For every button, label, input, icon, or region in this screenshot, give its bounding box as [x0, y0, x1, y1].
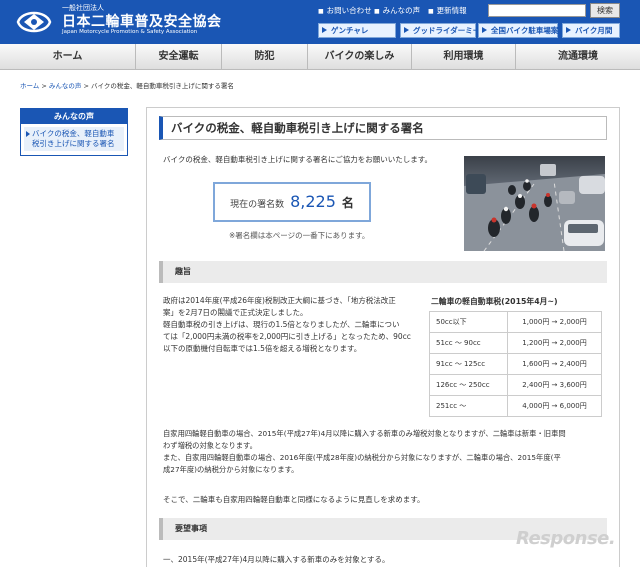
- breadcrumb: ホーム > みんなの声 > バイクの税金、軽自動車税引き上げに関する署名: [20, 80, 234, 90]
- nav-safe-driving[interactable]: 安全運転: [136, 44, 222, 70]
- detail-text: 自家用四輪軽自動車の場合、2015年(平成27年)4月以降に購入する新車のみ増税…: [163, 428, 611, 476]
- contact-link[interactable]: お問い合わせ: [318, 5, 372, 16]
- motorcycle-traffic-photo: [464, 156, 605, 251]
- table-cell-class: 126cc ～ 250cc: [429, 374, 508, 396]
- logo-icon[interactable]: [14, 6, 54, 38]
- table-row: 91cc ～ 125cc 1,600円 → 2,400円: [429, 353, 602, 375]
- table-cell-value: 2,400円 → 3,600円: [507, 374, 602, 396]
- intro-text: バイクの税金、軽自動車税引き上げに関する署名にご協力をお願いいたします。: [163, 155, 432, 164]
- banner-parking[interactable]: 全国バイク駐車場案内: [478, 23, 566, 38]
- table-row: 50cc以下 1,000円 → 2,000円: [429, 311, 602, 333]
- purpose-line: 軽自動車税の引き上げは、現行の1.5倍となりましたが、二輪車につい: [163, 320, 400, 329]
- global-nav: ホーム 安全運転 防犯 バイクの楽しみ 利用環境 流通環境: [0, 44, 640, 70]
- purpose-line: 政府は2014年度(平成26年度)税制改正大綱に基づき、「地方税法改正: [163, 296, 396, 305]
- breadcrumb-home[interactable]: ホーム: [20, 82, 39, 90]
- table-cell-value: 4,000円 → 6,000円: [507, 395, 602, 417]
- side-menu-title: みんなの声: [21, 109, 127, 124]
- banner-genchare[interactable]: ゲンチャレ: [318, 23, 396, 38]
- main-content: バイクの税金、軽自動車税引き上げに関する署名 バイクの税金、軽自動車税引き上げに…: [146, 107, 620, 567]
- org-english-name: Japan Motorcycle Promotion & Safety Asso…: [62, 29, 198, 35]
- org-name[interactable]: 日本二輪車普及安全協会: [62, 11, 222, 31]
- request-text: そこで、二輪車も自家用四輪軽自動車と同様になるように見直しを求めます。: [163, 495, 425, 504]
- nav-distribution-environment[interactable]: 流通環境: [516, 44, 640, 70]
- detail-line: また、自家用四輪軽自動車の場合、2016年度(平成28年度)の納税分から対象にな…: [163, 453, 561, 462]
- search-button[interactable]: 検索: [590, 3, 620, 18]
- tax-table-title: 二輪車の軽自動車税(2015年4月~): [431, 297, 558, 306]
- detail-line: 自家用四輪軽自動車の場合、2015年(平成27年)4月以降に購入する新車のみ増税…: [163, 429, 566, 438]
- purpose-text: 政府は2014年度(平成26年度)税制改正大綱に基づき、「地方税法改正 案」を2…: [163, 295, 417, 355]
- purpose-line: 以下の原動機付自転車では1.5倍を超える増税となります。: [163, 344, 362, 353]
- updates-link[interactable]: 更新情報: [428, 5, 467, 16]
- table-cell-value: 1,600円 → 2,400円: [507, 353, 602, 375]
- table-cell-value: 1,000円 → 2,000円: [507, 311, 602, 333]
- side-menu: みんなの声 バイクの税金、軽自動車税引き上げに関する署名: [20, 108, 128, 156]
- table-cell-class: 51cc ～ 90cc: [429, 332, 508, 354]
- breadcrumb-separator: >: [41, 82, 49, 90]
- section-heading-purpose: 趣旨: [159, 261, 607, 283]
- table-cell-class: 50cc以下: [429, 311, 508, 333]
- voices-link[interactable]: みんなの声: [374, 5, 421, 16]
- nav-crime-prevention[interactable]: 防犯: [222, 44, 308, 70]
- signature-count-value: 8,225: [290, 192, 336, 211]
- site-header: 一般社団法人 日本二輪車普及安全協会 Japan Motorcycle Prom…: [0, 0, 640, 44]
- breadcrumb-current: バイクの税金、軽自動車税引き上げに関する署名: [91, 82, 234, 90]
- response-watermark: Response.: [516, 528, 616, 549]
- detail-line: わず増税の対象となります。: [163, 441, 257, 450]
- nav-bike-enjoyment[interactable]: バイクの楽しみ: [308, 44, 412, 70]
- nav-home[interactable]: ホーム: [0, 44, 136, 70]
- search-input[interactable]: [488, 4, 586, 17]
- table-row: 251cc ～ 4,000円 → 6,000円: [429, 395, 602, 417]
- side-menu-item-signature[interactable]: バイクの税金、軽自動車税引き上げに関する署名: [24, 127, 124, 151]
- table-row: 126cc ～ 250cc 2,400円 → 3,600円: [429, 374, 602, 396]
- table-row: 51cc ～ 90cc 1,200円 → 2,000円: [429, 332, 602, 354]
- tax-table: 50cc以下 1,000円 → 2,000円 51cc ～ 90cc 1,200円 …: [429, 311, 602, 417]
- page-title: バイクの税金、軽自動車税引き上げに関する署名: [159, 116, 607, 140]
- table-cell-class: 251cc ～: [429, 395, 508, 417]
- signature-count-box: 現在の署名数 8,225 名: [213, 182, 371, 222]
- purpose-line: 案」を2月7日の閣議で正式決定しました。: [163, 308, 308, 317]
- table-cell-value: 1,200円 → 2,000円: [507, 332, 602, 354]
- signature-note: ※署名欄は本ページの一番下にあります。: [229, 231, 370, 240]
- purpose-line: ては「2,000円未満の税率を2,000円に引き上げる」となったため、90cc: [163, 332, 411, 341]
- banner-good-rider[interactable]: グッドライダーミーティング: [400, 23, 510, 38]
- table-cell-class: 91cc ～ 125cc: [429, 353, 508, 375]
- signature-count-unit: 名: [341, 196, 354, 210]
- nav-usage-environment[interactable]: 利用環境: [412, 44, 516, 70]
- request-item: 一、2015年(平成27年)4月以降に購入する新車のみを対象とする。: [163, 555, 390, 564]
- breadcrumb-separator: >: [83, 82, 91, 90]
- detail-line: 成27年度)の納税分から対象になります。: [163, 465, 299, 474]
- signature-count-label: 現在の署名数: [230, 200, 285, 210]
- breadcrumb-voices[interactable]: みんなの声: [49, 82, 82, 90]
- banner-bike-month[interactable]: バイク月間: [562, 23, 620, 38]
